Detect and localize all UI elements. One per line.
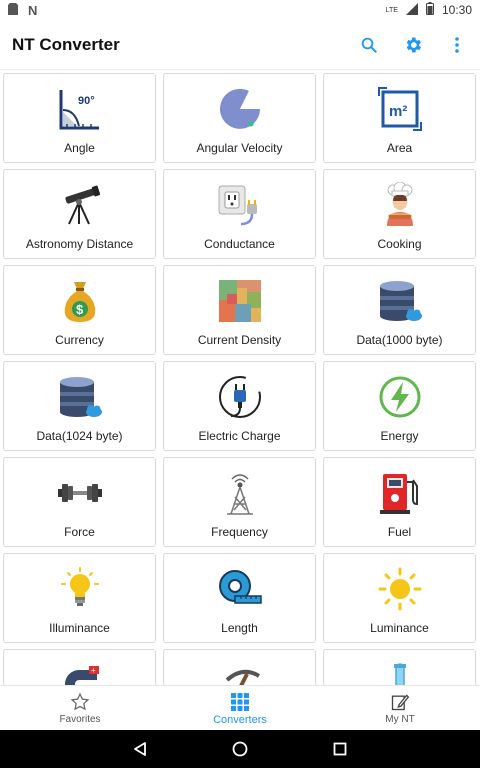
edit-icon <box>391 694 410 711</box>
converter-tile-current-density[interactable]: Current Density <box>163 265 316 355</box>
converter-label: Angle <box>64 141 95 155</box>
converter-tile-fuel[interactable]: Fuel <box>323 457 476 547</box>
test-tube-icon <box>377 662 423 685</box>
converter-tile-conductance[interactable]: Conductance <box>163 169 316 259</box>
angle-icon-text: 90° <box>78 95 95 107</box>
converter-tile-pickaxe[interactable] <box>163 649 316 685</box>
converter-label: Energy <box>380 429 419 443</box>
density-map-icon <box>217 278 263 324</box>
status-bar: N LTE 10:30 <box>0 0 480 20</box>
network-type: LTE <box>385 6 398 14</box>
sun-icon <box>377 566 423 612</box>
lightning-icon <box>377 374 423 420</box>
magnet-icon: + <box>57 662 103 685</box>
converter-label: Data(1024 byte) <box>36 429 123 443</box>
converter-tile-illuminance[interactable]: Illuminance <box>3 553 156 643</box>
money-bag-icon: $ <box>57 278 103 324</box>
settings-button[interactable] <box>402 34 424 56</box>
currency-icon-text: $ <box>76 302 84 317</box>
converter-grid: 90° Angle Angular Velocity m² Area Astro… <box>3 73 477 685</box>
battery-icon <box>425 2 434 18</box>
power-outlet-icon <box>217 182 263 228</box>
light-bulb-icon <box>57 566 103 612</box>
dumbbell-icon <box>57 470 103 516</box>
nav-favorites[interactable]: Favorites <box>0 686 160 731</box>
sd-card-icon <box>8 2 18 18</box>
converter-tile-angular-velocity[interactable]: Angular Velocity <box>163 73 316 163</box>
converter-label: Electric Charge <box>198 429 281 443</box>
svg-text:+: + <box>91 666 96 675</box>
converter-tile-astronomy-distance[interactable]: Astronomy Distance <box>3 169 156 259</box>
converter-tile-data-1024[interactable]: Data(1024 byte) <box>3 361 156 451</box>
search-icon <box>361 37 377 53</box>
converter-tile-length[interactable]: Length <box>163 553 316 643</box>
converter-label: Data(1000 byte) <box>356 333 443 347</box>
converter-tile-electric-charge[interactable]: Electric Charge <box>163 361 316 451</box>
recents-square-icon <box>333 742 347 756</box>
area-icon: m² <box>377 86 423 132</box>
converter-label: Fuel <box>387 525 412 539</box>
area-icon-text: m² <box>389 103 407 120</box>
database-cloud-icon <box>377 278 423 324</box>
search-button[interactable] <box>358 34 380 56</box>
back-button[interactable] <box>90 741 190 757</box>
pickaxe-icon <box>217 662 263 685</box>
telescope-icon <box>57 182 103 228</box>
system-navigation-bar <box>0 730 480 768</box>
converter-tile-magnet[interactable]: + <box>3 649 156 685</box>
nav-converters[interactable]: Converters <box>160 686 320 731</box>
converter-tile-data-1000[interactable]: Data(1000 byte) <box>323 265 476 355</box>
converter-tile-force[interactable]: Force <box>3 457 156 547</box>
converter-tile-currency[interactable]: $ Currency <box>3 265 156 355</box>
converter-label: Illuminance <box>49 621 110 635</box>
clock: 10:30 <box>441 3 472 17</box>
more-options-button[interactable] <box>446 34 468 56</box>
nav-converters-label: Converters <box>213 713 267 726</box>
grid-icon <box>231 692 249 711</box>
converter-label: Length <box>221 621 258 635</box>
nav-my-nt-label: My NT <box>385 714 415 725</box>
converter-tile-test-tube[interactable] <box>323 649 476 685</box>
back-triangle-icon <box>134 742 146 756</box>
converter-label: Conductance <box>204 237 275 251</box>
plug-icon <box>217 374 263 420</box>
angle-icon: 90° <box>57 86 103 132</box>
converter-label: Currency <box>55 333 104 347</box>
recents-button[interactable] <box>290 742 390 756</box>
converter-label: Current Density <box>197 333 282 347</box>
converter-label: Area <box>386 141 413 155</box>
database-cloud-icon <box>57 374 103 420</box>
app-bar: NT Converter <box>0 20 480 70</box>
signal-icon <box>405 2 418 18</box>
converter-label: Luminance <box>370 621 429 635</box>
star-icon <box>70 692 90 711</box>
converter-label: Cooking <box>377 237 422 251</box>
converter-tile-luminance[interactable]: Luminance <box>323 553 476 643</box>
converter-label: Angular Velocity <box>196 141 283 155</box>
more-vertical-icon <box>455 36 459 53</box>
converter-label: Frequency <box>211 525 268 539</box>
nav-my-nt[interactable]: My NT <box>320 686 480 731</box>
converter-tile-area[interactable]: m² Area <box>323 73 476 163</box>
converter-tile-cooking[interactable]: Cooking <box>323 169 476 259</box>
angular-velocity-icon <box>217 86 263 132</box>
converter-tile-angle[interactable]: 90° Angle <box>3 73 156 163</box>
nav-favorites-label: Favorites <box>59 714 101 725</box>
converter-tile-frequency[interactable]: Frequency <box>163 457 316 547</box>
antenna-tower-icon <box>217 470 263 516</box>
fuel-pump-icon <box>377 470 423 516</box>
tape-measure-icon <box>217 566 263 612</box>
converter-label: Astronomy Distance <box>25 237 134 251</box>
bottom-navigation: Favorites Converters My NT <box>0 685 480 731</box>
converter-label: Force <box>64 525 95 539</box>
app-title: NT Converter <box>12 34 120 54</box>
converter-tile-energy[interactable]: Energy <box>323 361 476 451</box>
home-circle-icon <box>232 741 248 757</box>
gear-icon <box>406 37 421 52</box>
home-button[interactable] <box>190 741 290 757</box>
notification-n-icon: N <box>28 2 38 18</box>
chef-icon <box>377 182 423 228</box>
